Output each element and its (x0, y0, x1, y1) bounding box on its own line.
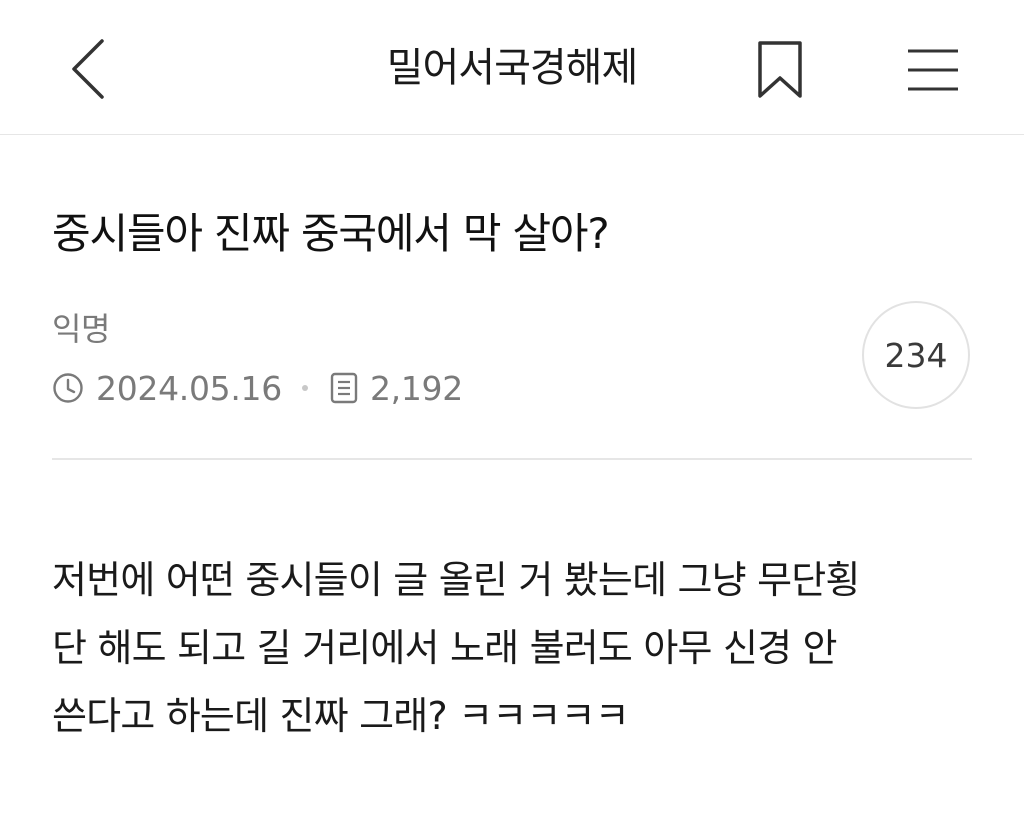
back-button[interactable] (48, 24, 128, 114)
post-date: 2024.05.16 (96, 368, 282, 408)
meta-separator (301, 385, 308, 391)
divider (52, 458, 972, 460)
document-icon (328, 372, 360, 404)
post-author: 익명 (52, 310, 110, 348)
post-body-line: 단 해도 되고 길 거리에서 노래 불러도 아무 신경 안 (52, 626, 838, 670)
post-body-line: 저번에 어떤 중시들이 글 올린 거 봤는데 그냥 무단횡 (52, 558, 860, 602)
top-app-bar: 밀어서국경해제 (0, 0, 1024, 135)
post-title: 중시들아 진짜 중국에서 막 살아? (52, 209, 610, 258)
hamburger-menu-icon (908, 49, 958, 91)
view-count: 2,192 (369, 368, 463, 408)
bookmark-button[interactable] (742, 30, 818, 110)
board-title: 밀어서국경해제 (386, 45, 639, 91)
bookmark-icon (758, 41, 802, 98)
post-body-line: 쓴다고 하는데 진짜 그래? ㅋㅋㅋㅋㅋ (52, 694, 630, 738)
chevron-left-icon (72, 39, 104, 99)
menu-button[interactable] (893, 30, 973, 110)
post-meta: 2024.05.16 2,192 (52, 364, 463, 412)
clock-icon (52, 372, 84, 404)
comment-count-button[interactable]: 234 (862, 301, 970, 409)
post-body: 저번에 어떤 중시들이 글 올린 거 봤는데 그냥 무단횡 단 해도 되고 길 … (52, 546, 982, 750)
